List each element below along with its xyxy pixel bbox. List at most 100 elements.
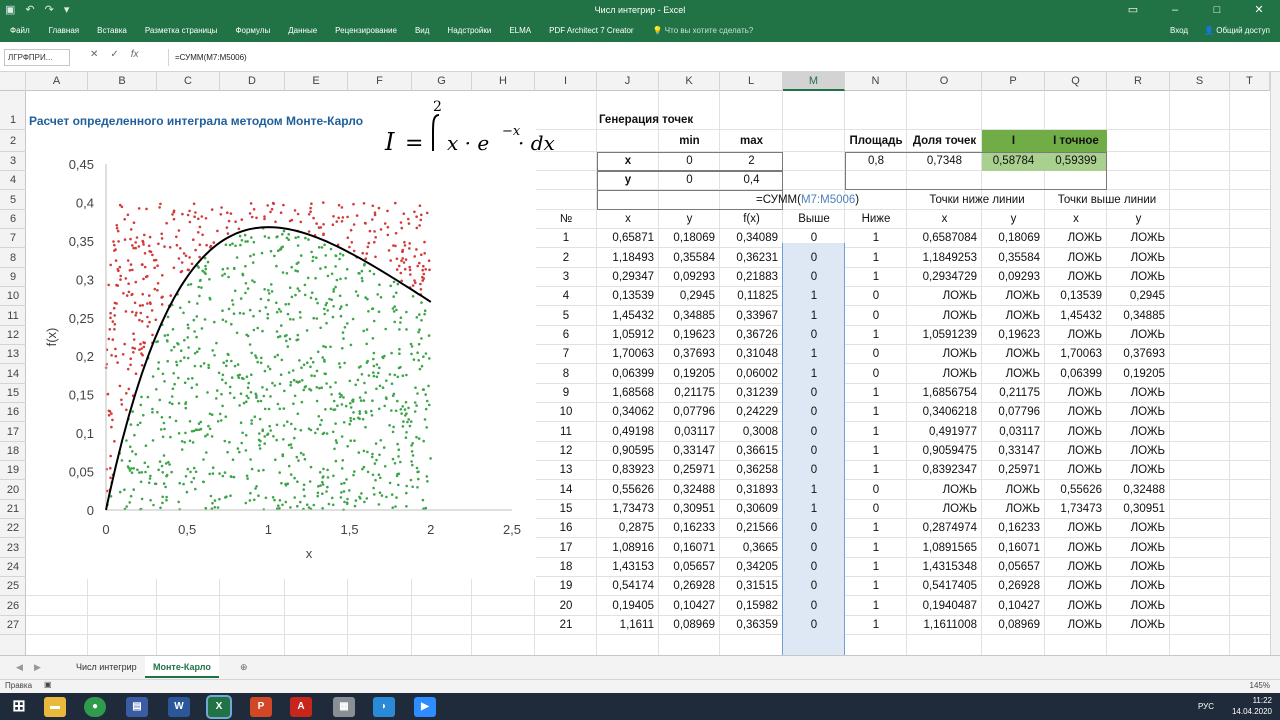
table-cell-N[interactable]: 0: [845, 364, 907, 384]
table-cell-R[interactable]: ЛОЖЬ: [1107, 616, 1170, 635]
table-cell-Q[interactable]: ЛОЖЬ: [1045, 519, 1107, 538]
table-cell-P[interactable]: ЛОЖЬ: [982, 364, 1045, 384]
table-cell-R[interactable]: ЛОЖЬ: [1107, 229, 1170, 248]
table-cell-K[interactable]: 0,30951: [659, 500, 720, 519]
row-header-25[interactable]: 25: [0, 577, 26, 596]
table-cell-J[interactable]: 1,68568: [597, 384, 659, 403]
table-cell-L[interactable]: 0,3008: [720, 422, 783, 442]
maximize-icon[interactable]: □: [1196, 0, 1238, 20]
column-header-O[interactable]: O: [907, 72, 982, 91]
ribbon-display-icon[interactable]: ▭: [1112, 0, 1154, 20]
table-cell-R[interactable]: ЛОЖЬ: [1107, 538, 1170, 558]
table-cell-L[interactable]: 0,21883: [720, 268, 783, 287]
table-cell-K[interactable]: 0,35584: [659, 248, 720, 268]
row-header-5[interactable]: 5: [0, 190, 26, 210]
row-header-11[interactable]: 11: [0, 306, 26, 326]
file-explorer-icon[interactable]: ▬: [44, 697, 66, 717]
table-cell-R[interactable]: ЛОЖЬ: [1107, 558, 1170, 577]
row-header-1[interactable]: 1: [0, 91, 26, 130]
table-cell-M[interactable]: 0: [783, 538, 845, 558]
row-header-13[interactable]: 13: [0, 345, 26, 364]
table-cell-K[interactable]: 0,03117: [659, 422, 720, 442]
table-cell-N[interactable]: 1: [845, 442, 907, 461]
column-header-G[interactable]: G: [412, 72, 472, 91]
table-header-L[interactable]: f(x): [720, 210, 783, 229]
table-cell-J[interactable]: 0,90595: [597, 442, 659, 461]
sheet-tab-monte-carlo[interactable]: Монте-Карло: [145, 656, 219, 678]
table-cell-O[interactable]: 1,6856754: [907, 384, 982, 403]
table-cell-N[interactable]: 1: [845, 577, 907, 596]
table-cell-R[interactable]: 0,30951: [1107, 500, 1170, 519]
table-cell-P[interactable]: ЛОЖЬ: [982, 287, 1045, 306]
table-cell-K[interactable]: 0,08969: [659, 616, 720, 635]
table-cell-O[interactable]: 0,5417405: [907, 577, 982, 596]
table-cell-K[interactable]: 0,33147: [659, 442, 720, 461]
enter-icon[interactable]: ✓: [110, 49, 118, 60]
cancel-icon[interactable]: ✕: [90, 49, 98, 60]
table-cell-O[interactable]: 0,1940487: [907, 596, 982, 616]
table-cell-Q[interactable]: ЛОЖЬ: [1045, 326, 1107, 345]
add-sheet-icon[interactable]: ⊕: [232, 656, 256, 678]
row-header-16[interactable]: 16: [0, 403, 26, 422]
table-cell-Q[interactable]: ЛОЖЬ: [1045, 422, 1107, 442]
cell-I-header[interactable]: I: [982, 130, 1045, 152]
table-cell-Q[interactable]: ЛОЖЬ: [1045, 461, 1107, 480]
table-cell-R[interactable]: ЛОЖЬ: [1107, 519, 1170, 538]
table-cell-Q[interactable]: 1,73473: [1045, 500, 1107, 519]
column-header-F[interactable]: F: [348, 72, 412, 91]
table-cell-K[interactable]: 0,19623: [659, 326, 720, 345]
table-cell-P[interactable]: 0,19623: [982, 326, 1045, 345]
table-cell-O[interactable]: 1,1611008: [907, 616, 982, 635]
table-cell-R[interactable]: 0,2945: [1107, 287, 1170, 306]
row-header-27[interactable]: 27: [0, 616, 26, 635]
ribbon-tab-0[interactable]: Файл: [0, 20, 40, 42]
table-header-O[interactable]: x: [907, 210, 982, 229]
macro-record-icon[interactable]: ▣: [44, 680, 52, 689]
table-cell-R[interactable]: 0,34885: [1107, 306, 1170, 326]
table-cell-R[interactable]: ЛОЖЬ: [1107, 422, 1170, 442]
clock-date[interactable]: 14.04.2020: [1232, 706, 1272, 717]
table-cell-N[interactable]: 1: [845, 616, 907, 635]
table-cell-L[interactable]: 0,30609: [720, 500, 783, 519]
table-cell-L[interactable]: 0,15982: [720, 596, 783, 616]
table-cell-R[interactable]: ЛОЖЬ: [1107, 442, 1170, 461]
row-header-2[interactable]: 2: [0, 130, 26, 152]
table-cell-J[interactable]: 1,1611: [597, 616, 659, 635]
save-app-icon[interactable]: ▤: [126, 697, 148, 717]
table-cell-M[interactable]: 0: [783, 442, 845, 461]
table-cell-O[interactable]: 1,1849253: [907, 248, 982, 268]
cell-share-header[interactable]: Доля точек: [907, 130, 982, 152]
table-cell-Q[interactable]: 0,13539: [1045, 287, 1107, 306]
table-cell-L[interactable]: 0,24229: [720, 403, 783, 422]
table-cell-O[interactable]: 0,9059475: [907, 442, 982, 461]
table-cell-K[interactable]: 0,37693: [659, 345, 720, 364]
table-cell-L[interactable]: 0,33967: [720, 306, 783, 326]
cell-below-label[interactable]: Точки ниже линии: [907, 190, 1047, 210]
table-cell-O[interactable]: 0,3406218: [907, 403, 982, 422]
table-cell-O[interactable]: 1,0891565: [907, 538, 982, 558]
table-cell-P[interactable]: ЛОЖЬ: [982, 306, 1045, 326]
table-cell-I[interactable]: 18: [535, 558, 597, 577]
table-cell-M[interactable]: 0: [783, 268, 845, 287]
table-cell-L[interactable]: 0,36615: [720, 442, 783, 461]
table-cell-I[interactable]: 19: [535, 577, 597, 596]
table-cell-J[interactable]: 0,83923: [597, 461, 659, 480]
table-cell-P[interactable]: 0,33147: [982, 442, 1045, 461]
ribbon-tab-7[interactable]: Вид: [406, 20, 438, 42]
table-cell-O[interactable]: ЛОЖЬ: [907, 345, 982, 364]
share-button[interactable]: 👤 Общий доступ: [1204, 20, 1270, 42]
cell-max-header[interactable]: max: [720, 130, 783, 152]
table-cell-J[interactable]: 1,05912: [597, 326, 659, 345]
table-cell-M[interactable]: 0: [783, 577, 845, 596]
table-cell-K[interactable]: 0,09293: [659, 268, 720, 287]
table-cell-R[interactable]: ЛОЖЬ: [1107, 248, 1170, 268]
table-cell-M[interactable]: 0: [783, 558, 845, 577]
table-cell-R[interactable]: ЛОЖЬ: [1107, 596, 1170, 616]
table-cell-K[interactable]: 0,32488: [659, 480, 720, 500]
table-cell-K[interactable]: 0,21175: [659, 384, 720, 403]
table-cell-J[interactable]: 0,29347: [597, 268, 659, 287]
table-cell-N[interactable]: 1: [845, 403, 907, 422]
column-header-E[interactable]: E: [285, 72, 348, 91]
table-cell-P[interactable]: 0,16071: [982, 538, 1045, 558]
table-cell-Q[interactable]: ЛОЖЬ: [1045, 384, 1107, 403]
